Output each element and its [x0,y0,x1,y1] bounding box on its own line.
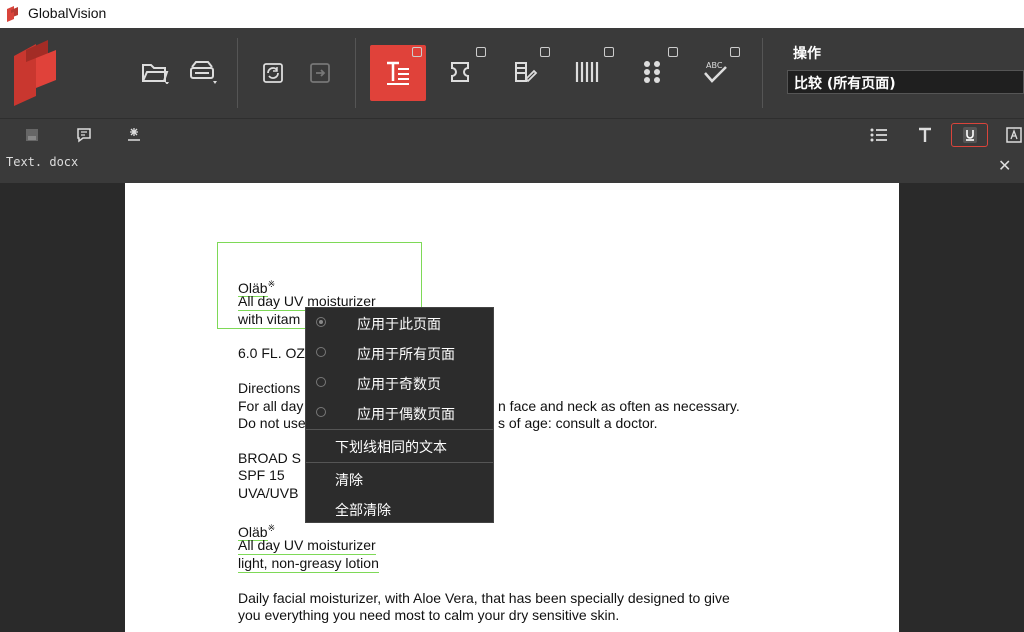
text-line: Daily facial moisturizer, with Aloe Vera… [238,590,730,606]
underline-icon [962,127,977,143]
text-t-icon [919,127,931,142]
export-icon [310,63,330,83]
text-line: SPF 15 [238,467,285,483]
text-line: Do not use [238,415,306,431]
list-icon [870,128,887,142]
radio-icon [316,377,326,387]
globalvision-logo [14,40,56,106]
text-line: All day UV moisturizer [238,537,376,555]
graphics-compare-button[interactable] [444,56,476,88]
document-viewer[interactable]: Oläb※ All day UV moisturizer with vitam … [0,183,1024,632]
menu-item-apply-all-pages[interactable]: 应用于所有页面 [306,339,493,367]
comment-button[interactable] [72,123,96,147]
text-compare-icon [387,61,409,85]
menu-item-clear[interactable]: 清除 [306,465,493,493]
menu-item-clear-all[interactable]: 全部清除 [306,495,493,523]
toolbar-separator [237,38,238,108]
text-line: light, non-greasy lotion [238,555,379,573]
menu-item-apply-this-page[interactable]: 应用于此页面 [306,309,493,337]
text-line: BROAD S [238,450,302,466]
toolbar-separator [355,38,356,108]
ticket-icon [451,62,469,82]
braille-button[interactable] [636,56,668,88]
radio-icon [316,317,326,327]
document-page[interactable]: Oläb※ All day UV moisturizer with vitam … [125,183,899,632]
comment-icon [77,128,91,143]
main-toolbar: ABC 操作 比较 (所有页面) [0,28,1024,118]
scanner-icon [190,61,217,84]
text-line: you everything you need most to calm you… [238,607,620,623]
underline-button[interactable] [951,123,988,147]
color-compare-checkbox[interactable] [540,47,550,57]
radio-icon [316,347,326,357]
document-tab[interactable]: Text. docx [6,155,78,169]
list-view-button[interactable] [866,123,892,147]
barcode-icon [575,62,599,82]
braille-checkbox[interactable] [668,47,678,57]
svg-text:ABC: ABC [706,61,723,70]
text-line: Directions [238,380,301,396]
refresh-button[interactable] [258,58,288,88]
open-folder-button[interactable] [138,58,172,86]
text-line: 6.0 FL. OZ [238,345,305,361]
barcode-button[interactable] [572,56,604,88]
document-tab-bar: Text. docx ✕ [0,150,1024,183]
menu-item-underline-same-text[interactable]: 下划线相同的文本 [306,432,493,460]
text-line: with vitam [238,311,301,329]
export-button[interactable] [305,58,335,88]
operations-dropdown[interactable]: 比较 (所有页面) [787,70,1024,94]
app-title: GlobalVision [28,5,107,21]
graphics-compare-checkbox[interactable] [476,47,486,57]
text-frame-button[interactable] [1004,123,1024,147]
highlight-button[interactable] [122,123,146,147]
menu-item-apply-even-pages[interactable]: 应用于偶数页面 [306,399,493,427]
refresh-icon [263,63,283,83]
folder-open-icon [142,64,169,84]
braille-dots-icon [644,61,660,83]
operations-label: 操作 [793,46,821,62]
menu-separator [306,429,493,430]
color-compare-button[interactable] [509,56,541,88]
app-logo-icon [7,6,18,22]
scanner-button[interactable] [185,58,219,86]
save-icon [26,129,38,141]
secondary-toolbar [0,118,1024,151]
text-mode-button[interactable] [912,123,938,147]
operations-value: 比较 (所有页面) [794,76,896,92]
menu-item-apply-odd-pages[interactable]: 应用于奇数页 [306,369,493,397]
text-frame-icon [1006,127,1022,143]
toolbar-separator [762,38,763,108]
close-icon[interactable]: ✕ [998,156,1011,175]
text-line: For all day [238,398,304,414]
title-bar: GlobalVision [0,0,1024,28]
spellcheck-checkbox[interactable] [730,47,740,57]
text-line: s of age: consult a doctor. [498,415,658,431]
context-menu: 应用于此页面 应用于所有页面 应用于奇数页 应用于偶数页面 下划线相同的文本 清… [305,307,494,523]
color-palette-icon [515,62,538,83]
text-line: n face and neck as often as necessary. [498,398,740,414]
sparkle-icon [128,128,140,141]
menu-separator [306,462,493,463]
radio-icon [316,407,326,417]
spellcheck-button[interactable]: ABC [698,56,730,88]
barcode-checkbox[interactable] [604,47,614,57]
text-line: UVA/UVB [238,485,299,501]
save-button[interactable] [20,123,44,147]
spellcheck-icon: ABC [704,61,727,83]
text-compare-checkbox[interactable] [412,47,422,57]
